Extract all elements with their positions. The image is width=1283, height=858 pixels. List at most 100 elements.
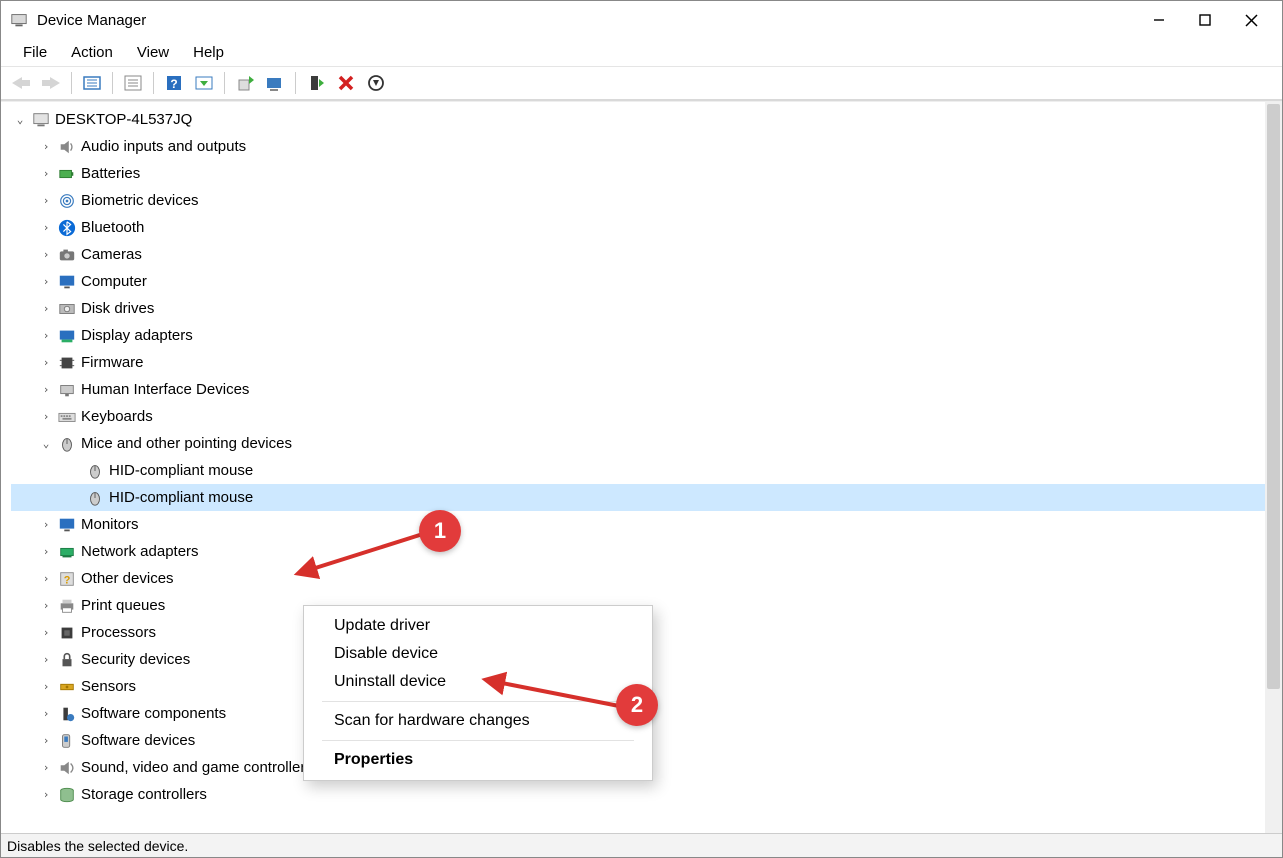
tree-category[interactable]: ›Display adapters xyxy=(11,322,1282,349)
bluetooth-icon xyxy=(57,218,77,238)
enable-button[interactable] xyxy=(302,69,330,97)
expand-icon[interactable]: › xyxy=(39,221,53,234)
content-area: ⌄ DESKTOP-4L537JQ ›Audio inputs and outp… xyxy=(1,101,1282,833)
expand-icon[interactable]: › xyxy=(39,194,53,207)
context-uninstall-device[interactable]: Uninstall device xyxy=(304,668,652,696)
show-hide-console-button[interactable] xyxy=(78,69,106,97)
computer-icon xyxy=(31,110,51,130)
tree-category[interactable]: ›Bluetooth xyxy=(11,214,1282,241)
expand-icon[interactable]: › xyxy=(39,410,53,423)
tree-category[interactable]: ›Computer xyxy=(11,268,1282,295)
expand-icon[interactable]: › xyxy=(39,302,53,315)
minimize-button[interactable] xyxy=(1136,4,1182,36)
hid-icon xyxy=(57,380,77,400)
expand-icon[interactable]: › xyxy=(39,356,53,369)
mouse-icon xyxy=(85,488,105,508)
battery-icon xyxy=(57,164,77,184)
expand-icon[interactable]: › xyxy=(39,248,53,261)
tree-category-label: Processors xyxy=(81,624,156,641)
tree-category[interactable]: ›Audio inputs and outputs xyxy=(11,133,1282,160)
menu-separator xyxy=(322,701,634,702)
expand-icon[interactable]: › xyxy=(39,275,53,288)
tree-category[interactable]: ›Firmware xyxy=(11,349,1282,376)
app-icon xyxy=(9,10,29,30)
disable-button[interactable] xyxy=(362,69,390,97)
tree-category[interactable]: ›?Other devices xyxy=(11,565,1282,592)
context-properties[interactable]: Properties xyxy=(304,746,652,774)
expand-icon[interactable]: › xyxy=(39,680,53,693)
context-update-driver[interactable]: Update driver xyxy=(304,612,652,640)
tree-category-label: Software devices xyxy=(81,732,195,749)
tree-category[interactable]: ›Monitors xyxy=(11,511,1282,538)
tree-device-label: HID-compliant mouse xyxy=(109,489,253,506)
expand-icon[interactable]: › xyxy=(39,572,53,585)
speaker-icon xyxy=(57,137,77,157)
statusbar-text: Disables the selected device. xyxy=(7,838,188,854)
fingerprint-icon xyxy=(57,191,77,211)
expand-icon[interactable]: › xyxy=(39,167,53,180)
properties-button[interactable] xyxy=(119,69,147,97)
tree-category[interactable]: ⌄Mice and other pointing devices xyxy=(11,430,1282,457)
tree-root[interactable]: ⌄ DESKTOP-4L537JQ xyxy=(11,106,1282,133)
menu-help[interactable]: Help xyxy=(183,42,234,63)
context-scan-hardware[interactable]: Scan for hardware changes xyxy=(304,707,652,735)
mouse-icon xyxy=(57,434,77,454)
menu-file[interactable]: File xyxy=(13,42,57,63)
expand-icon[interactable]: › xyxy=(39,599,53,612)
update-driver-button[interactable] xyxy=(231,69,259,97)
close-button[interactable] xyxy=(1228,4,1274,36)
expand-icon[interactable]: › xyxy=(39,383,53,396)
tree-category[interactable]: ›Network adapters xyxy=(11,538,1282,565)
expand-icon[interactable]: › xyxy=(39,761,53,774)
tree-device[interactable]: HID-compliant mouse xyxy=(11,484,1282,511)
menu-view[interactable]: View xyxy=(127,42,179,63)
expand-icon[interactable]: › xyxy=(39,329,53,342)
vertical-scrollbar[interactable] xyxy=(1265,102,1282,833)
sensor-icon xyxy=(57,677,77,697)
device-manager-window: Device Manager File Action View Help xyxy=(0,0,1283,858)
tree-device-label: HID-compliant mouse xyxy=(109,462,253,479)
monitor-icon xyxy=(57,515,77,535)
tree-category[interactable]: ›Keyboards xyxy=(11,403,1282,430)
expand-icon[interactable]: › xyxy=(39,734,53,747)
menubar: File Action View Help xyxy=(1,39,1282,67)
tree-device[interactable]: HID-compliant mouse xyxy=(11,457,1282,484)
tree-category-label: Sound, video and game controllers xyxy=(81,759,313,776)
tree-category-label: Security devices xyxy=(81,651,190,668)
expand-icon[interactable]: › xyxy=(39,653,53,666)
collapse-icon[interactable]: ⌄ xyxy=(39,437,53,450)
expand-icon[interactable]: › xyxy=(39,788,53,801)
tree-category[interactable]: ›Biometric devices xyxy=(11,187,1282,214)
forward-button[interactable] xyxy=(37,69,65,97)
network-icon xyxy=(57,542,77,562)
tree-category[interactable]: › Storage controllers xyxy=(11,781,1282,808)
uninstall-button[interactable] xyxy=(332,69,360,97)
expand-icon[interactable]: › xyxy=(39,545,53,558)
expand-icon[interactable]: › xyxy=(39,518,53,531)
sound-icon xyxy=(57,758,77,778)
help-button[interactable]: ? xyxy=(160,69,188,97)
annotation-badge-2: 2 xyxy=(616,684,658,726)
expand-icon[interactable]: › xyxy=(39,707,53,720)
tree-root-label: DESKTOP-4L537JQ xyxy=(55,111,192,128)
tree-category[interactable]: ›Disk drives xyxy=(11,295,1282,322)
tree-category[interactable]: ›Cameras xyxy=(11,241,1282,268)
tree-category[interactable]: ›Batteries xyxy=(11,160,1282,187)
back-button[interactable] xyxy=(7,69,35,97)
collapse-icon[interactable]: ⌄ xyxy=(13,113,27,126)
context-disable-device[interactable]: Disable device xyxy=(304,640,652,668)
menu-action[interactable]: Action xyxy=(61,42,123,63)
component-icon xyxy=(57,704,77,724)
tree-category-label: Storage controllers xyxy=(81,786,207,803)
scan-hardware-button[interactable] xyxy=(261,69,289,97)
expand-icon[interactable]: › xyxy=(39,140,53,153)
tree-category-label: Software components xyxy=(81,705,226,722)
tree-category-label: Sensors xyxy=(81,678,136,695)
printer-icon xyxy=(57,596,77,616)
expand-icon[interactable]: › xyxy=(39,626,53,639)
show-hidden-button[interactable] xyxy=(190,69,218,97)
window-controls xyxy=(1136,4,1274,36)
tree-category-label: Other devices xyxy=(81,570,174,587)
maximize-button[interactable] xyxy=(1182,4,1228,36)
tree-category[interactable]: ›Human Interface Devices xyxy=(11,376,1282,403)
